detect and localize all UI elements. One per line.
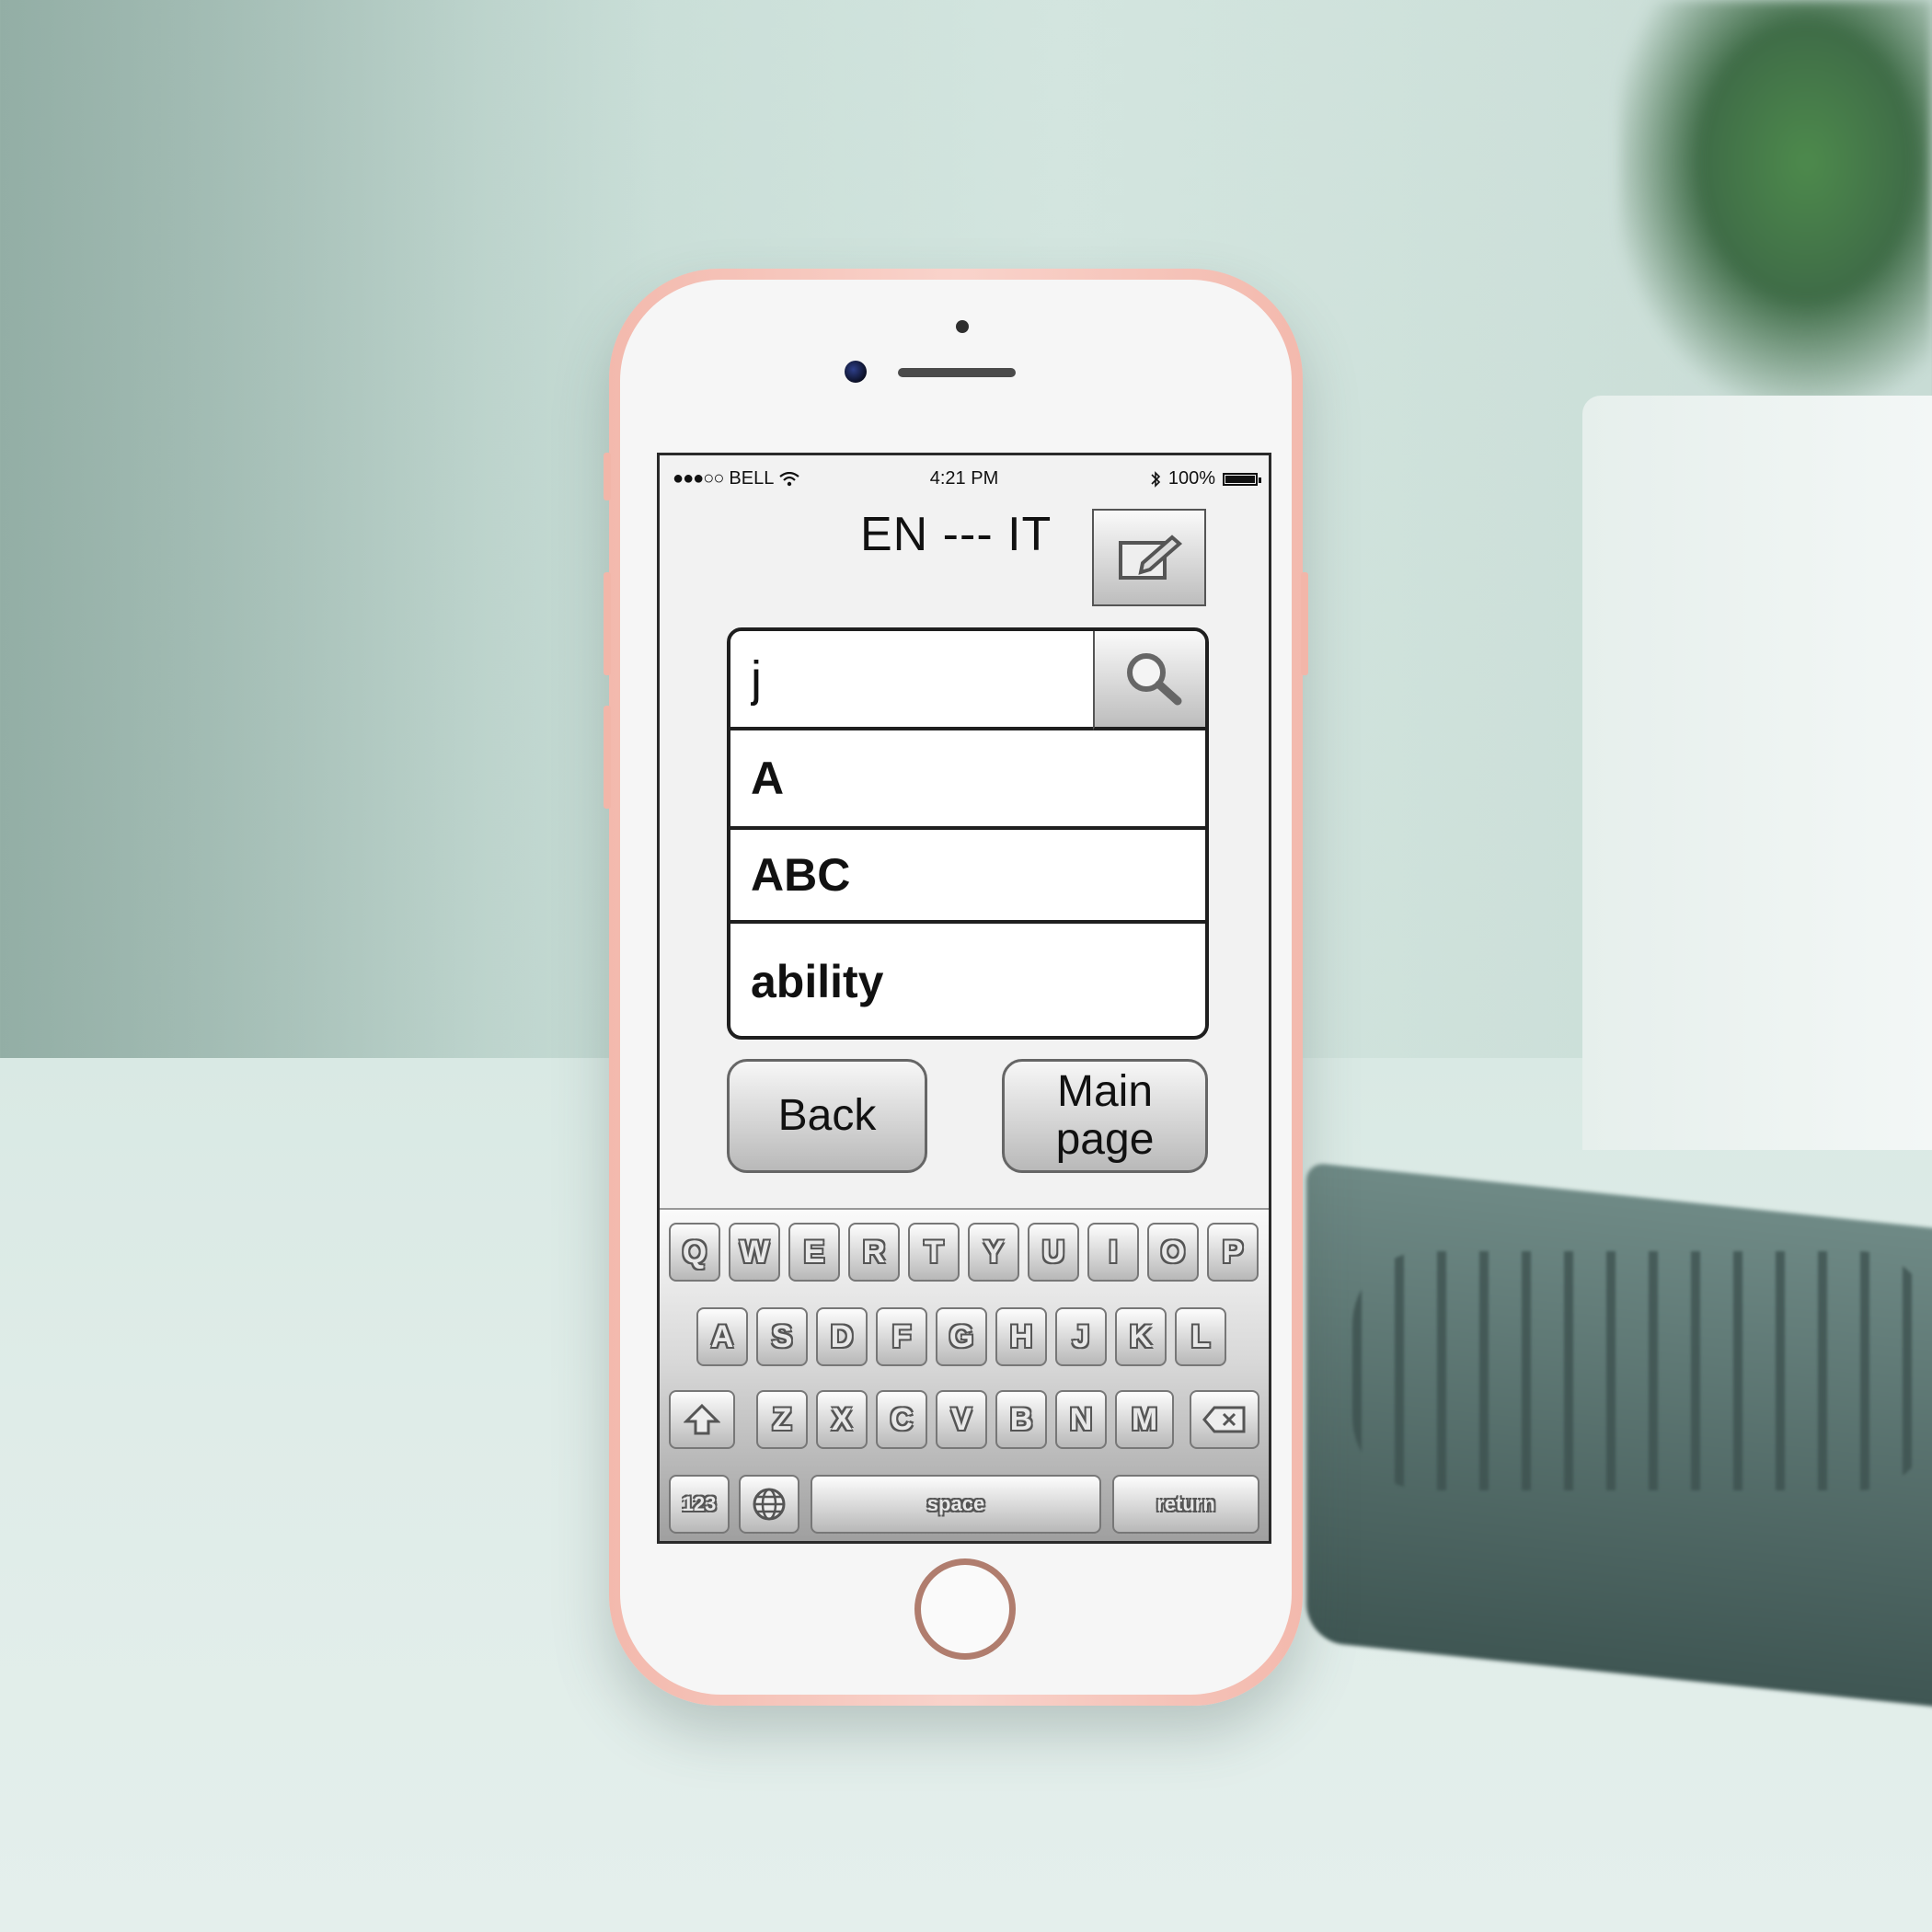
main-page-button[interactable]: Main page — [1002, 1059, 1208, 1173]
globe-icon — [753, 1488, 786, 1521]
phone-device: ●●●○○ BELL 4:21 PM 100% EN --- IT j A AB… — [604, 269, 1308, 1706]
key-j[interactable]: J — [1055, 1307, 1107, 1366]
front-camera — [845, 361, 867, 383]
return-key[interactable]: return — [1112, 1475, 1259, 1534]
battery-icon — [1223, 472, 1261, 486]
key-l[interactable]: L — [1175, 1307, 1226, 1366]
suggestion-item[interactable]: ABC — [730, 830, 1205, 924]
shift-icon — [684, 1403, 720, 1435]
key-y[interactable]: Y — [968, 1223, 1019, 1282]
key-w[interactable]: W — [729, 1223, 780, 1282]
numbers-key[interactable]: 123 — [669, 1475, 730, 1534]
key-v[interactable]: V — [936, 1390, 987, 1449]
back-button[interactable]: Back — [727, 1059, 927, 1173]
key-e[interactable]: E — [788, 1223, 840, 1282]
key-b[interactable]: B — [995, 1390, 1047, 1449]
globe-key[interactable] — [739, 1475, 799, 1534]
key-f[interactable]: F — [876, 1307, 927, 1366]
search-icon — [1127, 653, 1182, 706]
page-title: EN --- IT — [860, 508, 1052, 561]
key-m[interactable]: M — [1115, 1390, 1174, 1449]
key-r[interactable]: R — [848, 1223, 900, 1282]
backspace-icon — [1202, 1406, 1246, 1433]
silent-switch — [604, 453, 611, 500]
power-button — [1301, 572, 1308, 675]
volume-down-button — [604, 706, 611, 809]
background-plant — [1619, 0, 1932, 405]
key-n[interactable]: N — [1055, 1390, 1107, 1449]
on-screen-keyboard: Q W E R T Y U I O P A S D F G H J K L Z … — [660, 1208, 1269, 1541]
earpiece-speaker — [898, 368, 1016, 377]
phone-face: ●●●○○ BELL 4:21 PM 100% EN --- IT j A AB… — [620, 280, 1292, 1695]
search-input[interactable] — [730, 631, 1093, 730]
proximity-sensor — [956, 320, 969, 333]
key-k[interactable]: K — [1115, 1307, 1167, 1366]
key-u[interactable]: U — [1028, 1223, 1079, 1282]
bluetooth-icon — [1151, 470, 1160, 488]
home-button[interactable] — [914, 1558, 1016, 1660]
search-panel: A ABC ability — [727, 627, 1209, 1040]
space-key[interactable]: space — [811, 1475, 1101, 1534]
key-s[interactable]: S — [756, 1307, 808, 1366]
suggestion-item[interactable]: A — [730, 730, 1205, 830]
shift-key[interactable] — [669, 1390, 735, 1449]
volume-up-button — [604, 572, 611, 675]
key-h[interactable]: H — [995, 1307, 1047, 1366]
background-plant-pot — [1582, 396, 1932, 1150]
search-button[interactable] — [1093, 631, 1205, 730]
edit-icon — [1119, 535, 1183, 580]
background-wall-shadow — [0, 0, 662, 1150]
key-x[interactable]: X — [816, 1390, 868, 1449]
status-right: 100% — [1150, 468, 1261, 489]
key-p[interactable]: P — [1207, 1223, 1259, 1282]
main-page-label: Main page — [1056, 1068, 1155, 1164]
key-z[interactable]: Z — [756, 1390, 808, 1449]
key-a[interactable]: A — [696, 1307, 748, 1366]
app-screen: ●●●○○ BELL 4:21 PM 100% EN --- IT j A AB… — [657, 453, 1271, 1544]
status-bar: ●●●○○ BELL 4:21 PM 100% — [660, 455, 1269, 501]
key-i[interactable]: I — [1087, 1223, 1139, 1282]
key-t[interactable]: T — [908, 1223, 960, 1282]
background-notebook-rings — [1352, 1251, 1932, 1490]
main-page-label-line2: page — [1055, 1115, 1155, 1164]
key-g[interactable]: G — [936, 1307, 987, 1366]
key-c[interactable]: C — [876, 1390, 927, 1449]
key-o[interactable]: O — [1147, 1223, 1199, 1282]
main-page-label-line1: Main — [1056, 1067, 1154, 1116]
suggestion-item[interactable]: ability — [730, 924, 1205, 1036]
key-q[interactable]: Q — [669, 1223, 720, 1282]
edit-button[interactable] — [1092, 509, 1206, 606]
battery-percentage: 100% — [1167, 468, 1215, 489]
key-d[interactable]: D — [816, 1307, 868, 1366]
backspace-key[interactable] — [1190, 1390, 1259, 1449]
